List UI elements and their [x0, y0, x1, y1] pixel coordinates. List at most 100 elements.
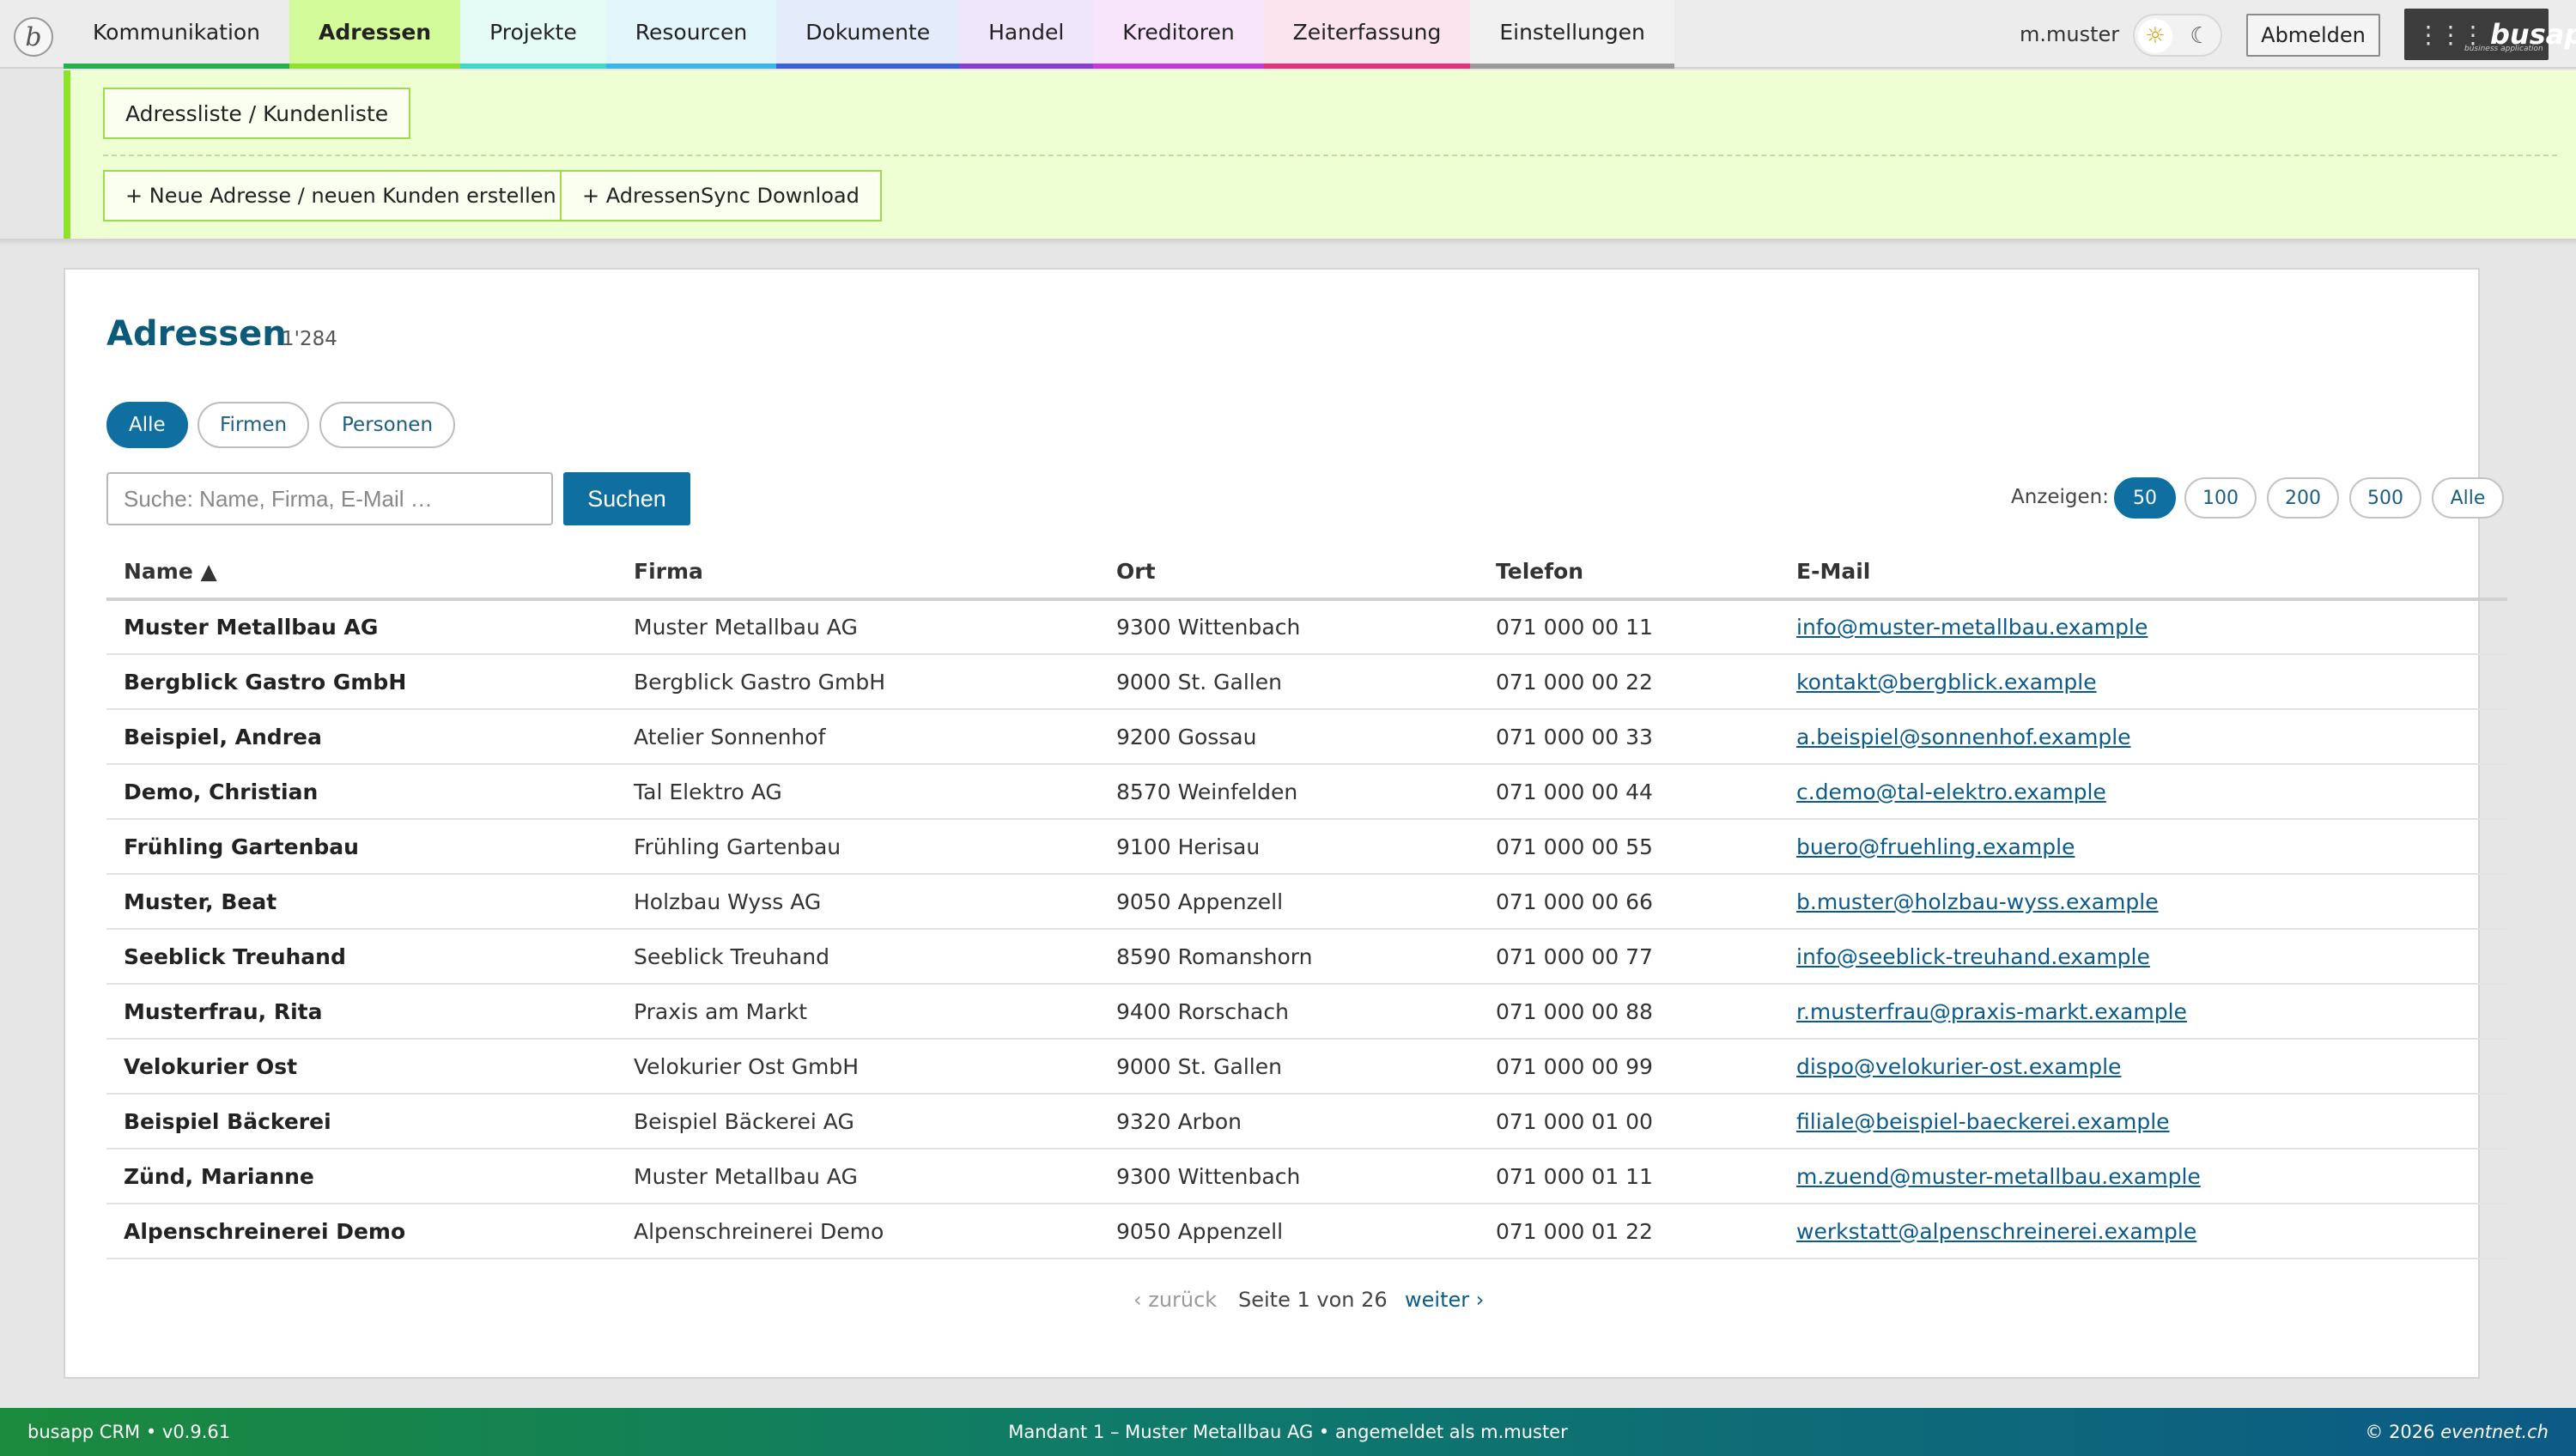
- cell-company: Frühling Gartenbau: [617, 819, 1099, 875]
- column-header-email[interactable]: E-Mail: [1779, 544, 2507, 601]
- cell-email: r.musterfrau@praxis-markt.example: [1779, 984, 2507, 1040]
- tab-projekte[interactable]: Projekte: [460, 0, 606, 69]
- tab-handel[interactable]: Handel: [959, 0, 1094, 69]
- email-link[interactable]: buero@fruehling.example: [1796, 834, 2075, 859]
- new-address-button[interactable]: + Neue Adresse / neuen Kunden erstellen: [103, 170, 579, 221]
- cell-company: Praxis am Markt: [617, 984, 1099, 1040]
- address-panel: Adressen 1'284 Alle Firmen Personen Such…: [64, 268, 2507, 1379]
- tab-kommunikation[interactable]: Kommunikation: [64, 0, 290, 69]
- cell-email: info@seeblick-treuhand.example: [1779, 929, 2507, 985]
- cell-email: dispo@velokurier-ost.example: [1779, 1039, 2507, 1095]
- cell-city: 8590 Romanshorn: [1099, 929, 1479, 985]
- cell-company: Alpenschreinerei Demo: [617, 1204, 1099, 1259]
- column-header-company[interactable]: Firma: [617, 544, 1099, 601]
- tab-adressen[interactable]: Adressen: [289, 0, 461, 69]
- email-link[interactable]: dispo@velokurier-ost.example: [1796, 1054, 2121, 1079]
- email-link[interactable]: r.musterfrau@praxis-markt.example: [1796, 999, 2187, 1024]
- filter-persons[interactable]: Personen: [319, 402, 456, 448]
- cell-name: Bergblick Gastro GmbH: [106, 654, 617, 710]
- cell-name: Frühling Gartenbau: [106, 819, 617, 875]
- table-row[interactable]: Frühling Gartenbau Frühling Gartenbau 9100…: [106, 819, 2507, 875]
- cell-phone: 071 000 00 88: [1479, 984, 1779, 1040]
- table-row[interactable]: Velokurier Ost Velokurier Ost GmbH 9000 St…: [106, 1039, 2507, 1095]
- cell-phone: 071 000 01 22: [1479, 1204, 1779, 1259]
- subnav-divider: [103, 155, 2557, 156]
- email-link[interactable]: kontakt@bergblick.example: [1796, 670, 2097, 695]
- email-link[interactable]: a.beispiel@sonnenhof.example: [1796, 725, 2131, 749]
- table-row[interactable]: Alpenschreinerei Demo Alpenschreinerei De…: [106, 1204, 2507, 1259]
- cell-name: Muster, Beat: [106, 874, 617, 930]
- home-logo-icon[interactable]: b: [14, 17, 53, 57]
- table-row[interactable]: Bergblick Gastro GmbH Bergblick Gastro Gm…: [106, 654, 2507, 710]
- cell-phone: 071 000 00 99: [1479, 1039, 1779, 1095]
- email-link[interactable]: b.muster@holzbau-wyss.example: [1796, 889, 2159, 914]
- cell-email: a.beispiel@sonnenhof.example: [1779, 709, 2507, 765]
- cell-city: 9000 St. Gallen: [1099, 1039, 1479, 1095]
- email-link[interactable]: werkstatt@alpenschreinerei.example: [1796, 1219, 2196, 1244]
- email-link[interactable]: filiale@beispiel-baeckerei.example: [1796, 1109, 2170, 1134]
- address-list-button[interactable]: Adressliste / Kundenliste: [103, 88, 411, 139]
- module-tabs: Kommunikation Adressen Projekte Resourcen Do…: [64, 0, 1674, 69]
- tab-einstellungen[interactable]: Einstellungen: [1470, 0, 1674, 69]
- footer-tenant-info: Mandant 1 – Muster Metallbau AG • angeme…: [1008, 1422, 1568, 1442]
- cell-company: Beispiel Bäckerei AG: [617, 1094, 1099, 1150]
- email-link[interactable]: info@seeblick-treuhand.example: [1796, 944, 2150, 969]
- cell-company: Seeblick Treuhand: [617, 929, 1099, 985]
- table-row[interactable]: Muster, Beat Holzbau Wyss AG 9050 Appenzel…: [106, 874, 2507, 930]
- email-link[interactable]: info@muster-metallbau.example: [1796, 615, 2148, 640]
- tab-zeiterfassung[interactable]: Zeiterfassung: [1263, 0, 1471, 69]
- cell-phone: 071 000 01 11: [1479, 1149, 1779, 1204]
- table-row[interactable]: Seeblick Treuhand Seeblick Treuhand 8590 R…: [106, 929, 2507, 985]
- cell-city: 9300 Wittenbach: [1099, 599, 1479, 655]
- busapp-logo: ⋮⋮⋮ busapp business application: [2404, 9, 2576, 60]
- table-row[interactable]: Beispiel Bäckerei Beispiel Bäckerei AG 932…: [106, 1094, 2507, 1150]
- moon-icon[interactable]: ☾: [2183, 19, 2217, 53]
- page-size-500[interactable]: 500: [2349, 477, 2421, 519]
- cell-email: buero@fruehling.example: [1779, 819, 2507, 875]
- pager-next[interactable]: weiter ›: [1405, 1288, 1484, 1312]
- table-row[interactable]: Demo, Christian Tal Elektro AG 8570 Weinfe…: [106, 764, 2507, 820]
- address-count: 1'284: [282, 328, 337, 350]
- column-header-phone[interactable]: Telefon: [1479, 544, 1779, 601]
- table-row[interactable]: Muster Metallbau AG Muster Metallbau AG 93…: [106, 599, 2507, 655]
- cell-company: Bergblick Gastro GmbH: [617, 654, 1099, 710]
- table-row[interactable]: Zünd, Marianne Muster Metallbau AG 9300 Wi…: [106, 1149, 2507, 1204]
- logout-button[interactable]: Abmelden: [2246, 14, 2380, 57]
- page-size-200[interactable]: 200: [2267, 477, 2339, 519]
- table-row[interactable]: Beispiel, Andrea Atelier Sonnenhof 9200 Go…: [106, 709, 2507, 765]
- sun-icon[interactable]: ☼: [2138, 19, 2172, 53]
- cell-city: 9400 Rorschach: [1099, 984, 1479, 1040]
- email-link[interactable]: m.zuend@muster-metallbau.example: [1796, 1164, 2201, 1189]
- cell-email: info@muster-metallbau.example: [1779, 599, 2507, 655]
- table-row[interactable]: Musterfrau, Rita Praxis am Markt 9400 Rors…: [106, 984, 2507, 1040]
- cell-email: b.muster@holzbau-wyss.example: [1779, 874, 2507, 930]
- cell-name: Velokurier Ost: [106, 1039, 617, 1095]
- column-header-city[interactable]: Ort: [1099, 544, 1479, 601]
- address-sync-download-button[interactable]: + AdressenSync Download: [560, 170, 882, 221]
- filter-all[interactable]: Alle: [106, 402, 188, 448]
- email-link[interactable]: c.demo@tal-elektro.example: [1796, 780, 2106, 804]
- pager-info: Seite 1 von 26: [1238, 1288, 1388, 1312]
- tab-kreditoren[interactable]: Kreditoren: [1093, 0, 1264, 69]
- search-button[interactable]: Suchen: [563, 472, 690, 525]
- cell-email: werkstatt@alpenschreinerei.example: [1779, 1204, 2507, 1259]
- column-header-name[interactable]: Name ▲: [106, 544, 617, 601]
- cell-company: Holzbau Wyss AG: [617, 874, 1099, 930]
- cell-email: m.zuend@muster-metallbau.example: [1779, 1149, 2507, 1204]
- search-input[interactable]: [106, 472, 553, 525]
- copyright-prefix: © 2026: [2365, 1422, 2441, 1442]
- copyright-brand[interactable]: eventnet.ch: [2440, 1422, 2549, 1442]
- page-size-50[interactable]: 50: [2114, 477, 2176, 519]
- cell-company: Muster Metallbau AG: [617, 599, 1099, 655]
- filter-companies[interactable]: Firmen: [197, 402, 310, 448]
- tab-resourcen[interactable]: Resourcen: [605, 0, 777, 69]
- current-user: m.muster: [2020, 22, 2120, 46]
- cell-company: Muster Metallbau AG: [617, 1149, 1099, 1204]
- page-size-100[interactable]: 100: [2184, 477, 2257, 519]
- cell-email: kontakt@bergblick.example: [1779, 654, 2507, 710]
- cell-city: 9100 Herisau: [1099, 819, 1479, 875]
- page-size-all[interactable]: Alle: [2432, 477, 2504, 519]
- tab-dokumente[interactable]: Dokumente: [776, 0, 960, 69]
- cell-phone: 071 000 00 22: [1479, 654, 1779, 710]
- theme-toggle[interactable]: ☼ ☾: [2133, 14, 2222, 57]
